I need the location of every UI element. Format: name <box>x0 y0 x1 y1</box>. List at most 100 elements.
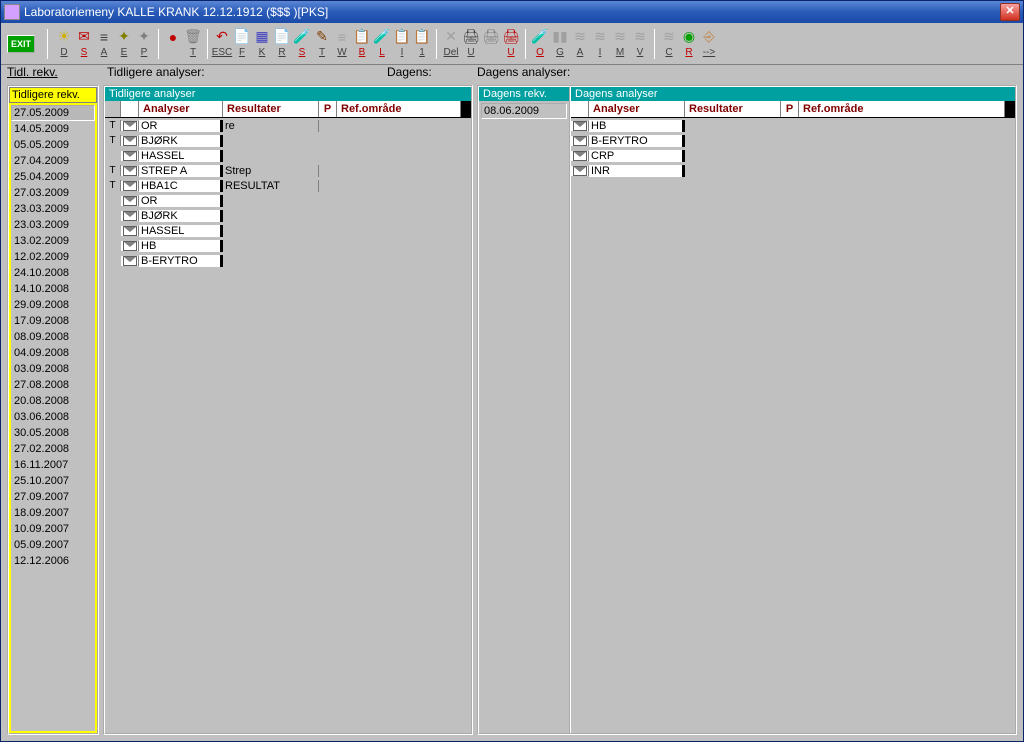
toolbar-icon: ≋ <box>592 29 608 45</box>
toolbar-icon: 🧪 <box>374 29 390 45</box>
toolbar-button-S[interactable]: 🧪S <box>292 27 312 61</box>
toolbar-icon: 🗑 <box>185 29 201 45</box>
toolbar-button-1[interactable]: 📋1 <box>412 27 432 61</box>
table-row[interactable]: THBA1CRESULTAT <box>105 178 471 193</box>
col-analyser[interactable]: Analyser <box>589 101 685 117</box>
table-row[interactable]: HASSEL <box>105 148 471 163</box>
table-row[interactable]: INR <box>571 163 1015 178</box>
date-list-item[interactable]: 13.02.2009 <box>11 233 95 249</box>
date-list-item[interactable]: 25.10.2007 <box>11 473 95 489</box>
col-resultater[interactable]: Resultater <box>685 101 781 117</box>
dagens-panel: Dagens rekv. 08.06.2009 Dagens analyser … <box>477 85 1017 735</box>
date-list-item[interactable]: 27.09.2007 <box>11 489 95 505</box>
exit-button[interactable]: EXIT <box>7 35 35 53</box>
table-row[interactable]: TBJØRK <box>105 133 471 148</box>
dagens-rekv-date[interactable]: 08.06.2009 <box>481 103 567 119</box>
date-list-item[interactable]: 03.06.2008 <box>11 409 95 425</box>
col-analyser[interactable]: Analyser <box>139 101 223 117</box>
table-row[interactable]: B-ERYTRO <box>105 253 471 268</box>
toolbar-letter: E <box>121 47 128 58</box>
toolbar-button-D[interactable]: ☀D <box>54 27 74 61</box>
table-row[interactable]: B-ERYTRO <box>571 133 1015 148</box>
table-row[interactable]: CRP <box>571 148 1015 163</box>
toolbar-button-R[interactable]: 📄R <box>272 27 292 61</box>
date-list-item[interactable]: 24.10.2008 <box>11 265 95 281</box>
toolbar-button-R[interactable]: ◉R <box>679 27 699 61</box>
date-list[interactable]: 27.05.200914.05.200905.05.200927.04.2009… <box>9 103 97 733</box>
col-p[interactable]: P <box>781 101 799 117</box>
date-list-item[interactable]: 05.05.2009 <box>11 137 95 153</box>
toolbar-button-A[interactable]: ≋A <box>570 27 590 61</box>
toolbar-button-M[interactable]: ≋M <box>610 27 630 61</box>
table-row[interactable]: HASSEL <box>105 223 471 238</box>
envelope-icon <box>121 151 139 161</box>
date-list-item[interactable]: 14.05.2009 <box>11 121 95 137</box>
toolbar-button-T[interactable]: ✎T <box>312 27 332 61</box>
toolbar-separator <box>654 29 655 59</box>
col-resultater[interactable]: Resultater <box>223 101 319 117</box>
toolbar-button-E[interactable]: ✦E <box>114 27 134 61</box>
app-window: Laboratoriemeny KALLE KRANK 12.12.1912 (… <box>0 0 1024 742</box>
toolbar-button-B[interactable]: 📋B <box>352 27 372 61</box>
toolbar-button-O[interactable]: 🧪O <box>530 27 550 61</box>
toolbar-button-U[interactable]: 🖨U <box>461 27 481 61</box>
date-list-item[interactable]: 16.11.2007 <box>11 457 95 473</box>
col-ref[interactable]: Ref.område <box>337 101 461 117</box>
toolbar-button-L[interactable]: 🧪L <box>372 27 392 61</box>
date-list-item[interactable]: 29.09.2008 <box>11 297 95 313</box>
toolbar-button-S[interactable]: ✉S <box>74 27 94 61</box>
toolbar-letter: G <box>556 47 564 58</box>
date-list-item[interactable]: 04.09.2008 <box>11 345 95 361</box>
toolbar-button-5[interactable]: ● <box>163 27 183 61</box>
close-button[interactable]: ✕ <box>1000 3 1020 21</box>
table-row[interactable]: TORre <box>105 118 471 133</box>
toolbar-button-U[interactable]: 🖨U <box>501 27 521 61</box>
toolbar-button-K[interactable]: ▦K <box>252 27 272 61</box>
toolbar-icon: ≡ <box>96 29 112 45</box>
date-list-item[interactable]: 27.03.2009 <box>11 185 95 201</box>
col-ref[interactable]: Ref.område <box>799 101 1005 117</box>
date-list-item[interactable]: 18.09.2007 <box>11 505 95 521</box>
date-list-item[interactable]: 23.03.2009 <box>11 201 95 217</box>
table-row[interactable]: TSTREP AStrep <box>105 163 471 178</box>
date-list-item[interactable]: 08.09.2008 <box>11 329 95 345</box>
toolbar-separator <box>47 29 48 59</box>
table-row[interactable]: OR <box>105 193 471 208</box>
toolbar-button-V[interactable]: ≋V <box>630 27 650 61</box>
toolbar-button-A[interactable]: ≡A <box>94 27 114 61</box>
date-list-item[interactable]: 27.08.2008 <box>11 377 95 393</box>
toolbar-button-P[interactable]: ✦P <box>134 27 154 61</box>
date-list-item[interactable]: 17.09.2008 <box>11 313 95 329</box>
toolbar-button-Del[interactable]: ✕Del <box>441 27 461 61</box>
toolbar-button-F[interactable]: 📄F <box>232 27 252 61</box>
col-icon <box>121 101 139 117</box>
date-list-item[interactable]: 05.09.2007 <box>11 537 95 553</box>
toolbar-button--->[interactable]: ⎆--> <box>699 27 719 61</box>
toolbar-icon: ✦ <box>116 29 132 45</box>
col-p[interactable]: P <box>319 101 337 117</box>
date-list-item[interactable]: 27.04.2009 <box>11 153 95 169</box>
date-list-item[interactable]: 23.03.2009 <box>11 217 95 233</box>
toolbar-button-W[interactable]: ≡W <box>332 27 352 61</box>
toolbar-button-G[interactable]: ▮▮G <box>550 27 570 61</box>
date-list-item[interactable]: 14.10.2008 <box>11 281 95 297</box>
date-list-item[interactable]: 27.05.2009 <box>11 105 95 121</box>
table-row[interactable]: HB <box>571 118 1015 133</box>
toolbar-separator <box>158 29 159 59</box>
date-list-item[interactable]: 27.02.2008 <box>11 441 95 457</box>
date-list-item[interactable]: 03.09.2008 <box>11 361 95 377</box>
date-list-item[interactable]: 12.12.2006 <box>11 553 95 569</box>
toolbar-button-I[interactable]: 📋I <box>392 27 412 61</box>
date-list-item[interactable]: 10.09.2007 <box>11 521 95 537</box>
table-row[interactable]: BJØRK <box>105 208 471 223</box>
date-list-item[interactable]: 30.05.2008 <box>11 425 95 441</box>
date-list-item[interactable]: 12.02.2009 <box>11 249 95 265</box>
toolbar-button-I[interactable]: ≋I <box>590 27 610 61</box>
toolbar-button-T[interactable]: 🗑T <box>183 27 203 61</box>
toolbar-button-C[interactable]: ≋C <box>659 27 679 61</box>
table-row[interactable]: HB <box>105 238 471 253</box>
toolbar-button-ESC[interactable]: ↶ESC <box>212 27 232 61</box>
toolbar-button-20[interactable]: 🖨 <box>481 27 501 61</box>
date-list-item[interactable]: 25.04.2009 <box>11 169 95 185</box>
date-list-item[interactable]: 20.08.2008 <box>11 393 95 409</box>
